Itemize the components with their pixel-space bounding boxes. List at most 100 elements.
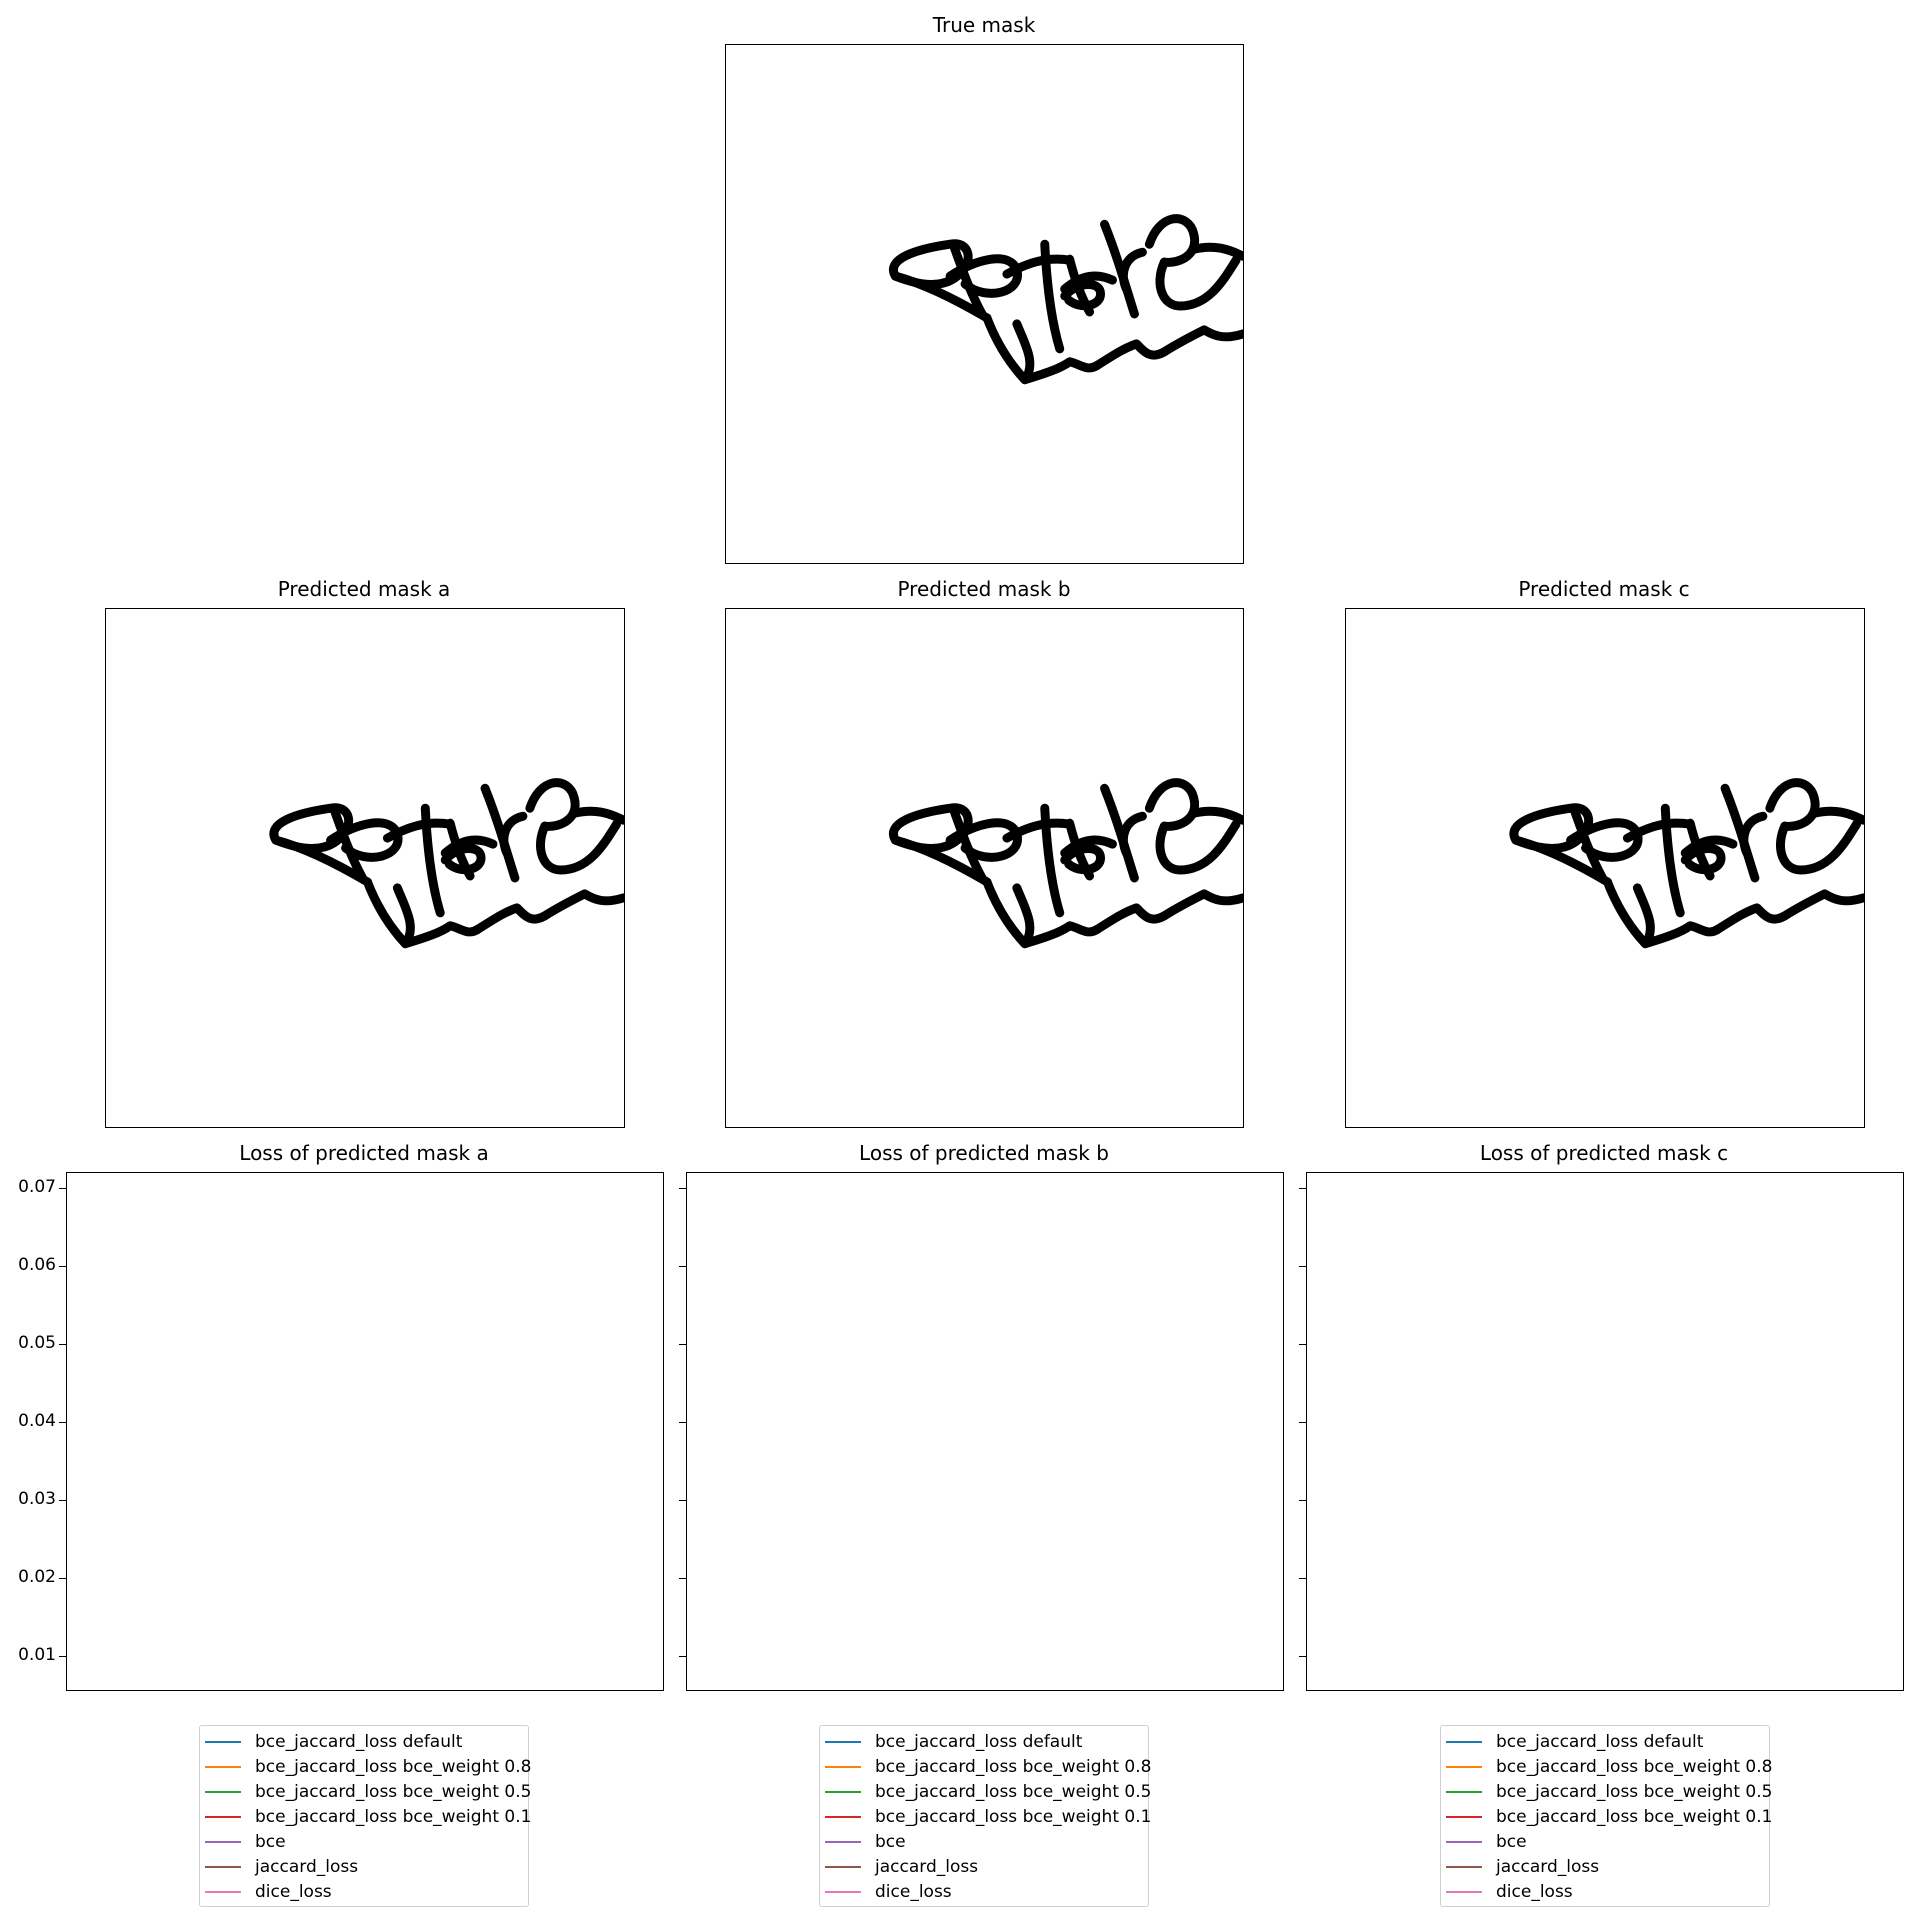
legend-swatch xyxy=(1446,1841,1482,1843)
predicted-mask-a-image xyxy=(105,608,625,1128)
legend-entry: bce_jaccard_loss bce_weight 0.8 xyxy=(200,1755,531,1779)
legend-entry: bce xyxy=(200,1830,286,1854)
legend-entry: bce_jaccard_loss bce_weight 0.5 xyxy=(1441,1780,1772,1804)
legend-swatch xyxy=(205,1841,241,1843)
y-tick-mark xyxy=(59,1500,66,1501)
legend-swatch xyxy=(1446,1816,1482,1818)
signature-stroke xyxy=(363,877,415,949)
legend-entry: bce_jaccard_loss bce_weight 0.1 xyxy=(200,1805,531,1829)
signature-stroke xyxy=(1776,819,1862,875)
legend-swatch xyxy=(205,1741,241,1743)
y-tick-mark xyxy=(679,1266,686,1267)
legend-swatch xyxy=(825,1841,861,1843)
signature-stroke xyxy=(1765,778,1820,831)
legend-label: bce xyxy=(255,1832,286,1852)
legend-label: dice_loss xyxy=(1496,1882,1573,1902)
y-tick-mark xyxy=(59,1188,66,1189)
y-tick-mark xyxy=(1299,1266,1306,1267)
y-tick-label: 0.02 xyxy=(18,1567,56,1587)
legend-entry: bce xyxy=(1441,1830,1527,1854)
legend-label: bce xyxy=(1496,1832,1527,1852)
legend-swatch xyxy=(825,1816,861,1818)
signature-stroke xyxy=(1810,806,1864,825)
legend-label: bce_jaccard_loss bce_weight 0.8 xyxy=(255,1757,532,1777)
legend-label: bce xyxy=(875,1832,906,1852)
legend-entry: jaccard_loss xyxy=(820,1855,978,1879)
legend-label: bce_jaccard_loss bce_weight 0.8 xyxy=(1496,1757,1773,1777)
legend-swatch xyxy=(205,1891,241,1893)
predicted-mask-a-title: Predicted mask a xyxy=(277,577,451,601)
signature-stroke xyxy=(1189,242,1243,261)
legend-label: bce_jaccard_loss bce_weight 0.5 xyxy=(255,1782,532,1802)
y-tick-mark xyxy=(679,1344,686,1345)
y-tick-mark xyxy=(679,1188,686,1189)
signature-stroke xyxy=(1189,806,1243,825)
y-tick-label: 0.04 xyxy=(18,1411,56,1431)
legend-label: bce_jaccard_loss bce_weight 0.5 xyxy=(875,1782,1152,1802)
legend-label: bce_jaccard_loss default xyxy=(1496,1732,1704,1752)
signature-stroke xyxy=(1159,325,1243,357)
legend-label: bce_jaccard_loss bce_weight 0.8 xyxy=(875,1757,1152,1777)
y-tick-mark xyxy=(59,1344,66,1345)
plot-area xyxy=(66,1172,664,1691)
legend-label: bce_jaccard_loss bce_weight 0.1 xyxy=(255,1807,532,1827)
legend-label: jaccard_loss xyxy=(875,1857,979,1877)
legend-entry: bce xyxy=(820,1830,906,1854)
signature-stroke xyxy=(1144,778,1199,831)
legend-entry: dice_loss xyxy=(1441,1880,1573,1904)
predicted-mask-c-title: Predicted mask c xyxy=(1518,577,1690,601)
legend-swatch xyxy=(1446,1741,1482,1743)
y-tick-label: 0.06 xyxy=(18,1255,56,1275)
true-mask-title: True mask xyxy=(932,13,1036,37)
signature-stroke xyxy=(1712,903,1790,935)
y-tick-label: 0.03 xyxy=(18,1489,56,1509)
legend-entry: bce_jaccard_loss default xyxy=(820,1730,1082,1754)
legend-label: jaccard_loss xyxy=(1496,1857,1600,1877)
plot-area xyxy=(1306,1172,1904,1691)
y-tick-mark xyxy=(59,1422,66,1423)
legend-entry: bce_jaccard_loss bce_weight 0.8 xyxy=(820,1755,1151,1779)
true-mask-image xyxy=(725,44,1244,564)
y-tick-mark xyxy=(679,1422,686,1423)
y-tick-mark xyxy=(59,1656,66,1657)
predicted-mask-b-title: Predicted mask b xyxy=(897,577,1071,601)
y-tick-mark xyxy=(1299,1500,1306,1501)
legend-entry: bce_jaccard_loss bce_weight 0.5 xyxy=(820,1780,1151,1804)
legend-entry: dice_loss xyxy=(200,1880,332,1904)
y-tick-mark xyxy=(59,1266,66,1267)
signature-stroke xyxy=(1144,214,1199,267)
legend: bce_jaccard_loss default bce_jaccard_loss… xyxy=(819,1725,1151,1907)
legend-entry: jaccard_loss xyxy=(200,1855,358,1879)
signature-stroke xyxy=(525,778,580,831)
legend-entry: jaccard_loss xyxy=(1441,1855,1599,1879)
signature-stroke xyxy=(499,811,528,858)
y-tick-mark xyxy=(679,1500,686,1501)
legend-swatch xyxy=(205,1816,241,1818)
signature-stroke xyxy=(400,921,482,949)
legend-entry: bce_jaccard_loss default xyxy=(200,1730,462,1754)
y-tick-mark xyxy=(1299,1578,1306,1579)
legend-entry: bce_jaccard_loss bce_weight 0.8 xyxy=(1441,1755,1772,1779)
signature-drawing xyxy=(889,214,1243,385)
legend-label: bce_jaccard_loss bce_weight 0.5 xyxy=(1496,1782,1773,1802)
signature-stroke xyxy=(570,806,624,825)
legend-swatch xyxy=(825,1741,861,1743)
signature-stroke xyxy=(1092,339,1169,371)
signature-stroke xyxy=(1780,889,1864,921)
signature-stroke xyxy=(1100,219,1139,319)
predicted-mask-b-image xyxy=(725,608,1244,1128)
y-tick-mark xyxy=(679,1656,686,1657)
legend: bce_jaccard_loss default bce_jaccard_loss… xyxy=(199,1725,532,1907)
legend-label: bce_jaccard_loss default xyxy=(875,1732,1083,1752)
signature-stroke xyxy=(1100,783,1139,883)
legend-swatch xyxy=(205,1791,241,1793)
signature-drawing xyxy=(889,778,1243,949)
y-tick-mark xyxy=(1299,1656,1306,1657)
signature-stroke xyxy=(1739,811,1768,858)
legend-label: dice_loss xyxy=(875,1882,952,1902)
y-tick-label: 0.05 xyxy=(18,1333,56,1353)
y-tick-label: 0.07 xyxy=(18,1177,56,1197)
y-tick-mark xyxy=(1299,1422,1306,1423)
legend-entry: bce_jaccard_loss bce_weight 0.1 xyxy=(820,1805,1151,1829)
signature-stroke xyxy=(1020,921,1102,949)
